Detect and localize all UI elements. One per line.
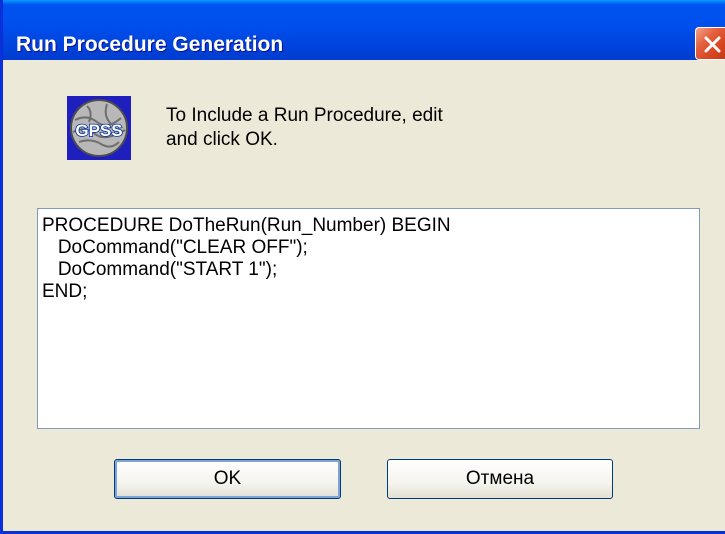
- instruction-text: To Include a Run Procedure, edit and cli…: [166, 104, 443, 152]
- dialog-window: Run Procedure Generation GPSS To Include…: [0, 0, 725, 534]
- instruction-line-1: To Include a Run Procedure, edit: [166, 105, 443, 126]
- window-title: Run Procedure Generation: [16, 33, 284, 56]
- procedure-editor[interactable]: PROCEDURE DoTheRun(Run_Number) BEGIN DoC…: [37, 208, 700, 429]
- close-icon: [704, 36, 721, 53]
- instruction-line-2: and click OK.: [166, 129, 278, 150]
- cancel-button[interactable]: Отмена: [387, 459, 613, 499]
- gpss-globe-icon: GPSS: [67, 96, 131, 160]
- ok-button[interactable]: OK: [114, 459, 341, 499]
- gpss-icon-label: GPSS: [75, 121, 122, 140]
- title-bar[interactable]: Run Procedure Generation: [3, 0, 725, 60]
- close-button[interactable]: [695, 27, 725, 60]
